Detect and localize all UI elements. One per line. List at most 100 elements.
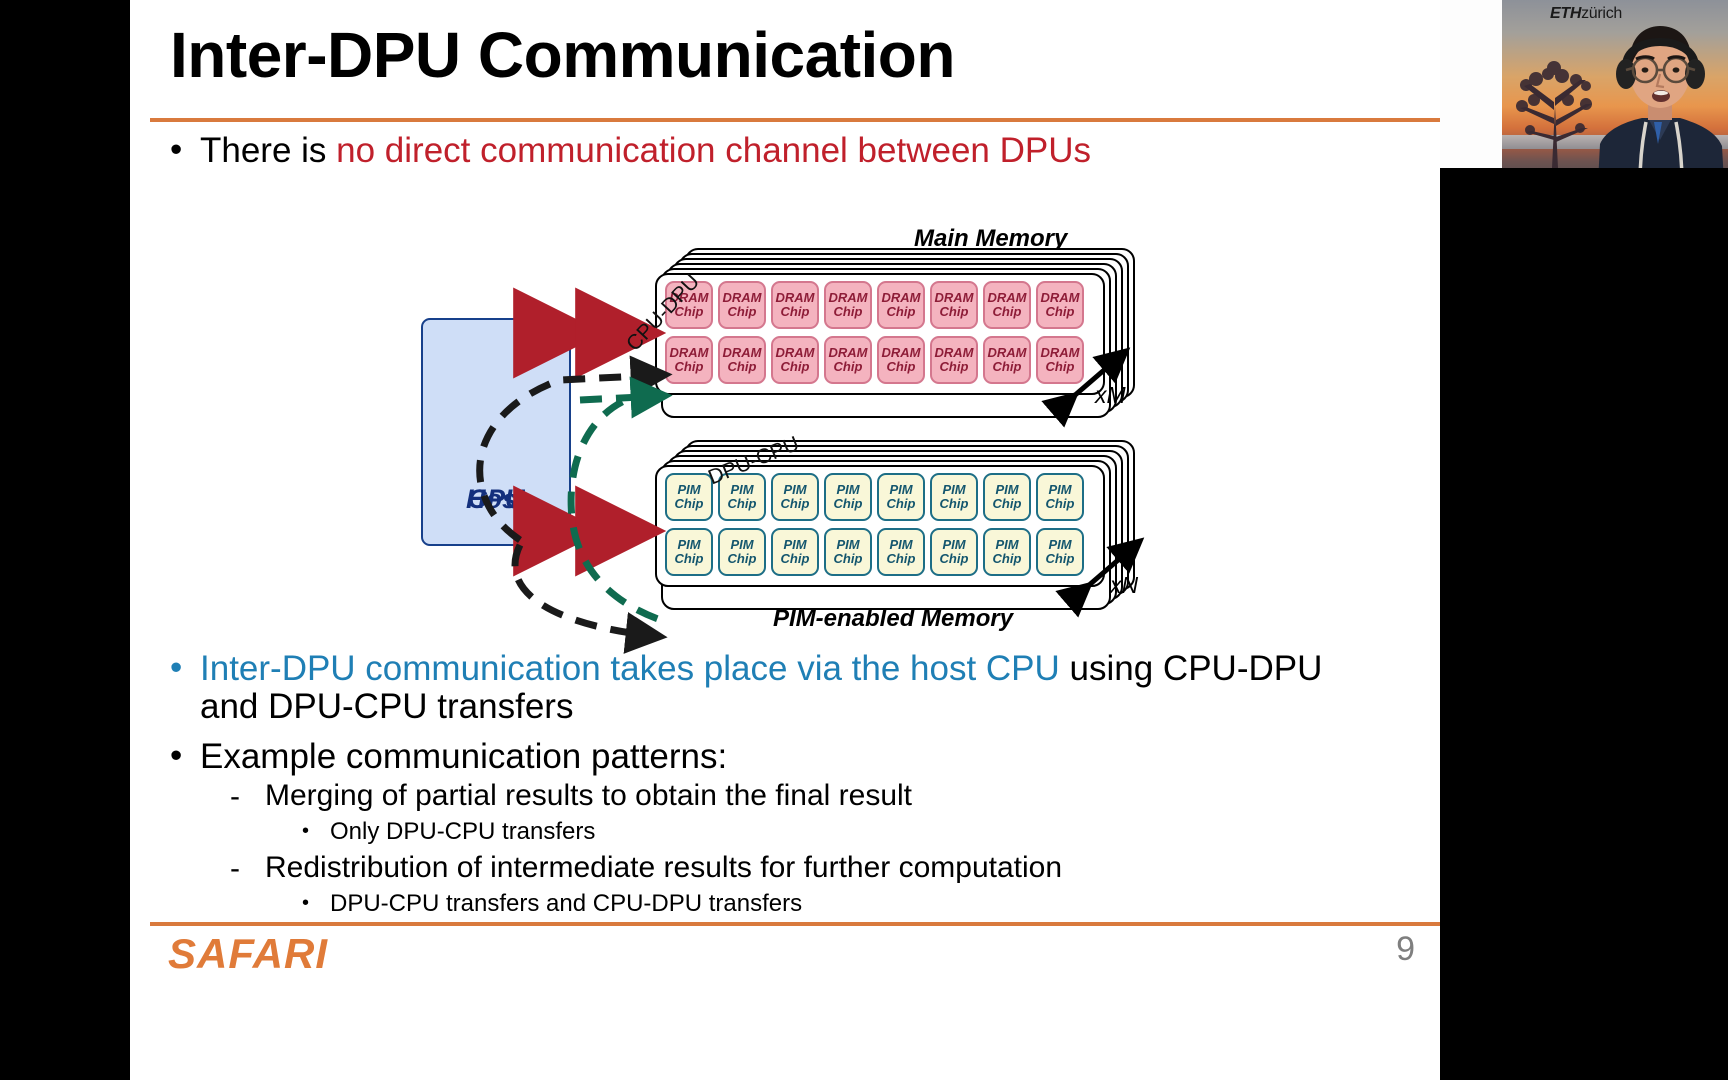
safari-logo: SAFARI — [168, 930, 329, 977]
bullet-1-highlight: no direct communication channel between … — [336, 131, 1091, 170]
dram-chip-line1: DRAM — [828, 344, 868, 360]
dram-chip: DRAM Chip — [718, 336, 766, 384]
dram-chip-line1: DRAM — [669, 344, 709, 360]
bullet-3: Example communication patterns: — [200, 737, 728, 776]
dram-chip: DRAM Chip — [1036, 336, 1084, 384]
dram-chip: DRAM Chip — [771, 281, 819, 329]
dram-chip-line1: DRAM — [775, 289, 815, 305]
pim-chip-line1: PIM — [942, 481, 966, 497]
dram-chip-line1: DRAM — [722, 344, 762, 360]
pim-chip-line1: PIM — [995, 536, 1019, 552]
bullet-2-line2: and DPU-CPU transfers — [200, 687, 574, 726]
pim-chip-line2: Chip — [833, 496, 863, 511]
dram-chip-line2: Chip — [833, 359, 863, 374]
sub-bullet-1: Merging of partial results to obtain the… — [265, 779, 913, 812]
dram-chip: DRAM Chip — [930, 281, 978, 329]
dram-chip-line2: Chip — [886, 359, 916, 374]
pim-chip-line2: Chip — [780, 496, 810, 511]
pim-chip-row-2: PIM Chip PIM Chip PIM Chip PIM Chip PIM Chip PIM Ch… — [665, 528, 1084, 576]
webcam-overlay[interactable]: ETHzürich — [1440, 0, 1728, 183]
bullet-2: Inter-DPU communication takes place via … — [200, 648, 1415, 689]
pim-chip: PIM Chip — [877, 473, 925, 521]
pim-chip-line2: Chip — [992, 551, 1022, 566]
pim-chip: PIM Chip — [983, 473, 1031, 521]
webcam-left-pane — [1440, 0, 1503, 183]
dram-chip: DRAM Chip — [824, 336, 872, 384]
pim-chip: PIM Chip — [930, 528, 978, 576]
pim-chip-line1: PIM — [995, 481, 1019, 497]
dram-chip: DRAM Chip — [1036, 281, 1084, 329]
pim-chip: PIM Chip — [824, 528, 872, 576]
pim-chip-line1: PIM — [836, 536, 860, 552]
sub-sub-marker-1: • — [302, 820, 310, 842]
webcam-bottom-band — [1440, 168, 1728, 183]
dram-chip-line2: Chip — [886, 304, 916, 319]
pim-chip-line2: Chip — [727, 496, 757, 511]
pim-chip-line1: PIM — [1048, 481, 1072, 497]
pim-chip: PIM Chip — [771, 528, 819, 576]
pim-chip: PIM Chip — [1036, 528, 1084, 576]
dram-chip-line2: Chip — [1045, 304, 1075, 319]
pim-chip-line1: PIM — [677, 481, 701, 497]
pim-chip-line1: PIM — [942, 536, 966, 552]
dram-chip-line2: Chip — [780, 304, 810, 319]
bullet-marker-1: • — [170, 130, 183, 169]
webcam-presenter — [1598, 26, 1724, 183]
dpu-cpu-arrow-head-dram — [579, 376, 673, 419]
dram-chip-line1: DRAM — [722, 289, 762, 305]
pim-chip-line2: Chip — [992, 496, 1022, 511]
sub-sub-marker-2: • — [302, 892, 310, 914]
footer-divider — [150, 922, 1440, 926]
pim-chip-line2: Chip — [1045, 496, 1075, 511]
pim-chip: PIM Chip — [877, 528, 925, 576]
dram-chip-line1: DRAM — [881, 344, 921, 360]
sub-bullet-2: Redistribution of intermediate results f… — [265, 851, 1063, 884]
pim-chip: PIM Chip — [665, 473, 713, 521]
pim-chip-line2: Chip — [939, 496, 969, 511]
pim-chip-line2: Chip — [886, 551, 916, 566]
pim-chip-line1: PIM — [783, 481, 807, 497]
cpu-dpu-transfer-arrow-lower — [511, 543, 668, 654]
dram-chip-line1: DRAM — [881, 289, 921, 305]
dram-chip-line1: DRAM — [828, 289, 868, 305]
pim-chip-line2: Chip — [1045, 551, 1075, 566]
dram-chip-row-2: DRAM Chip DRAM Chip DRAM Chip DRAM Chip DRAM Chip… — [665, 336, 1084, 384]
dram-chip-line1: DRAM — [987, 289, 1027, 305]
dram-chip-line1: DRAM — [1040, 344, 1080, 360]
dram-chip-line2: Chip — [939, 359, 969, 374]
sub-marker-1: - — [230, 780, 240, 813]
pim-chip-line2: Chip — [886, 496, 916, 511]
dram-chip-line2: Chip — [992, 304, 1022, 319]
page-title: Inter-DPU Communication — [170, 19, 955, 91]
dram-chip: DRAM Chip — [824, 281, 872, 329]
webcam-background-tree — [1516, 61, 1592, 168]
screen-root: Inter-DPU Communication • There is no di… — [0, 0, 1728, 1080]
architecture-diagram: Main Memory PIM-enabled Memory Host CPU D… — [130, 200, 1440, 670]
host-cpu-box[interactable]: Host CPU — [421, 318, 571, 546]
dram-chip-line2: Chip — [992, 359, 1022, 374]
dram-chip-line1: DRAM — [934, 344, 974, 360]
pim-chip-line2: Chip — [674, 496, 704, 511]
pim-chip-line2: Chip — [939, 551, 969, 566]
pim-chip: PIM Chip — [930, 473, 978, 521]
page-number: 9 — [1396, 930, 1415, 968]
sub-sub-bullet-2: DPU-CPU transfers and CPU-DPU transfers — [330, 890, 803, 917]
pim-chip: PIM Chip — [718, 528, 766, 576]
bullet-2-rest: using CPU-DPU — [1059, 649, 1323, 688]
pim-chip: PIM Chip — [824, 473, 872, 521]
pim-multiplier-label: xN — [1110, 572, 1139, 598]
dram-chip: DRAM Chip — [665, 336, 713, 384]
pim-chip-line1: PIM — [836, 481, 860, 497]
pim-chip: PIM Chip — [771, 473, 819, 521]
pim-chip: PIM Chip — [983, 528, 1031, 576]
dram-chip-line2: Chip — [674, 359, 704, 374]
slide-canvas: Inter-DPU Communication • There is no di… — [130, 0, 1440, 1080]
dram-multiplier-label: xM — [1095, 382, 1126, 408]
dram-chip: DRAM Chip — [877, 281, 925, 329]
sub-marker-2: - — [230, 852, 240, 885]
host-cpu-label: Host CPU — [466, 484, 526, 514]
pim-chip-line1: PIM — [730, 481, 754, 497]
dram-module-stack: DRAM Chip DRAM Chip DRAM Chip DRAM Chip DRAM Chip… — [655, 248, 1135, 418]
dram-chip-row-1: DRAM Chip DRAM Chip DRAM Chip DRAM Chip DRAM Chip… — [665, 281, 1084, 329]
dram-chip-line2: Chip — [939, 304, 969, 319]
